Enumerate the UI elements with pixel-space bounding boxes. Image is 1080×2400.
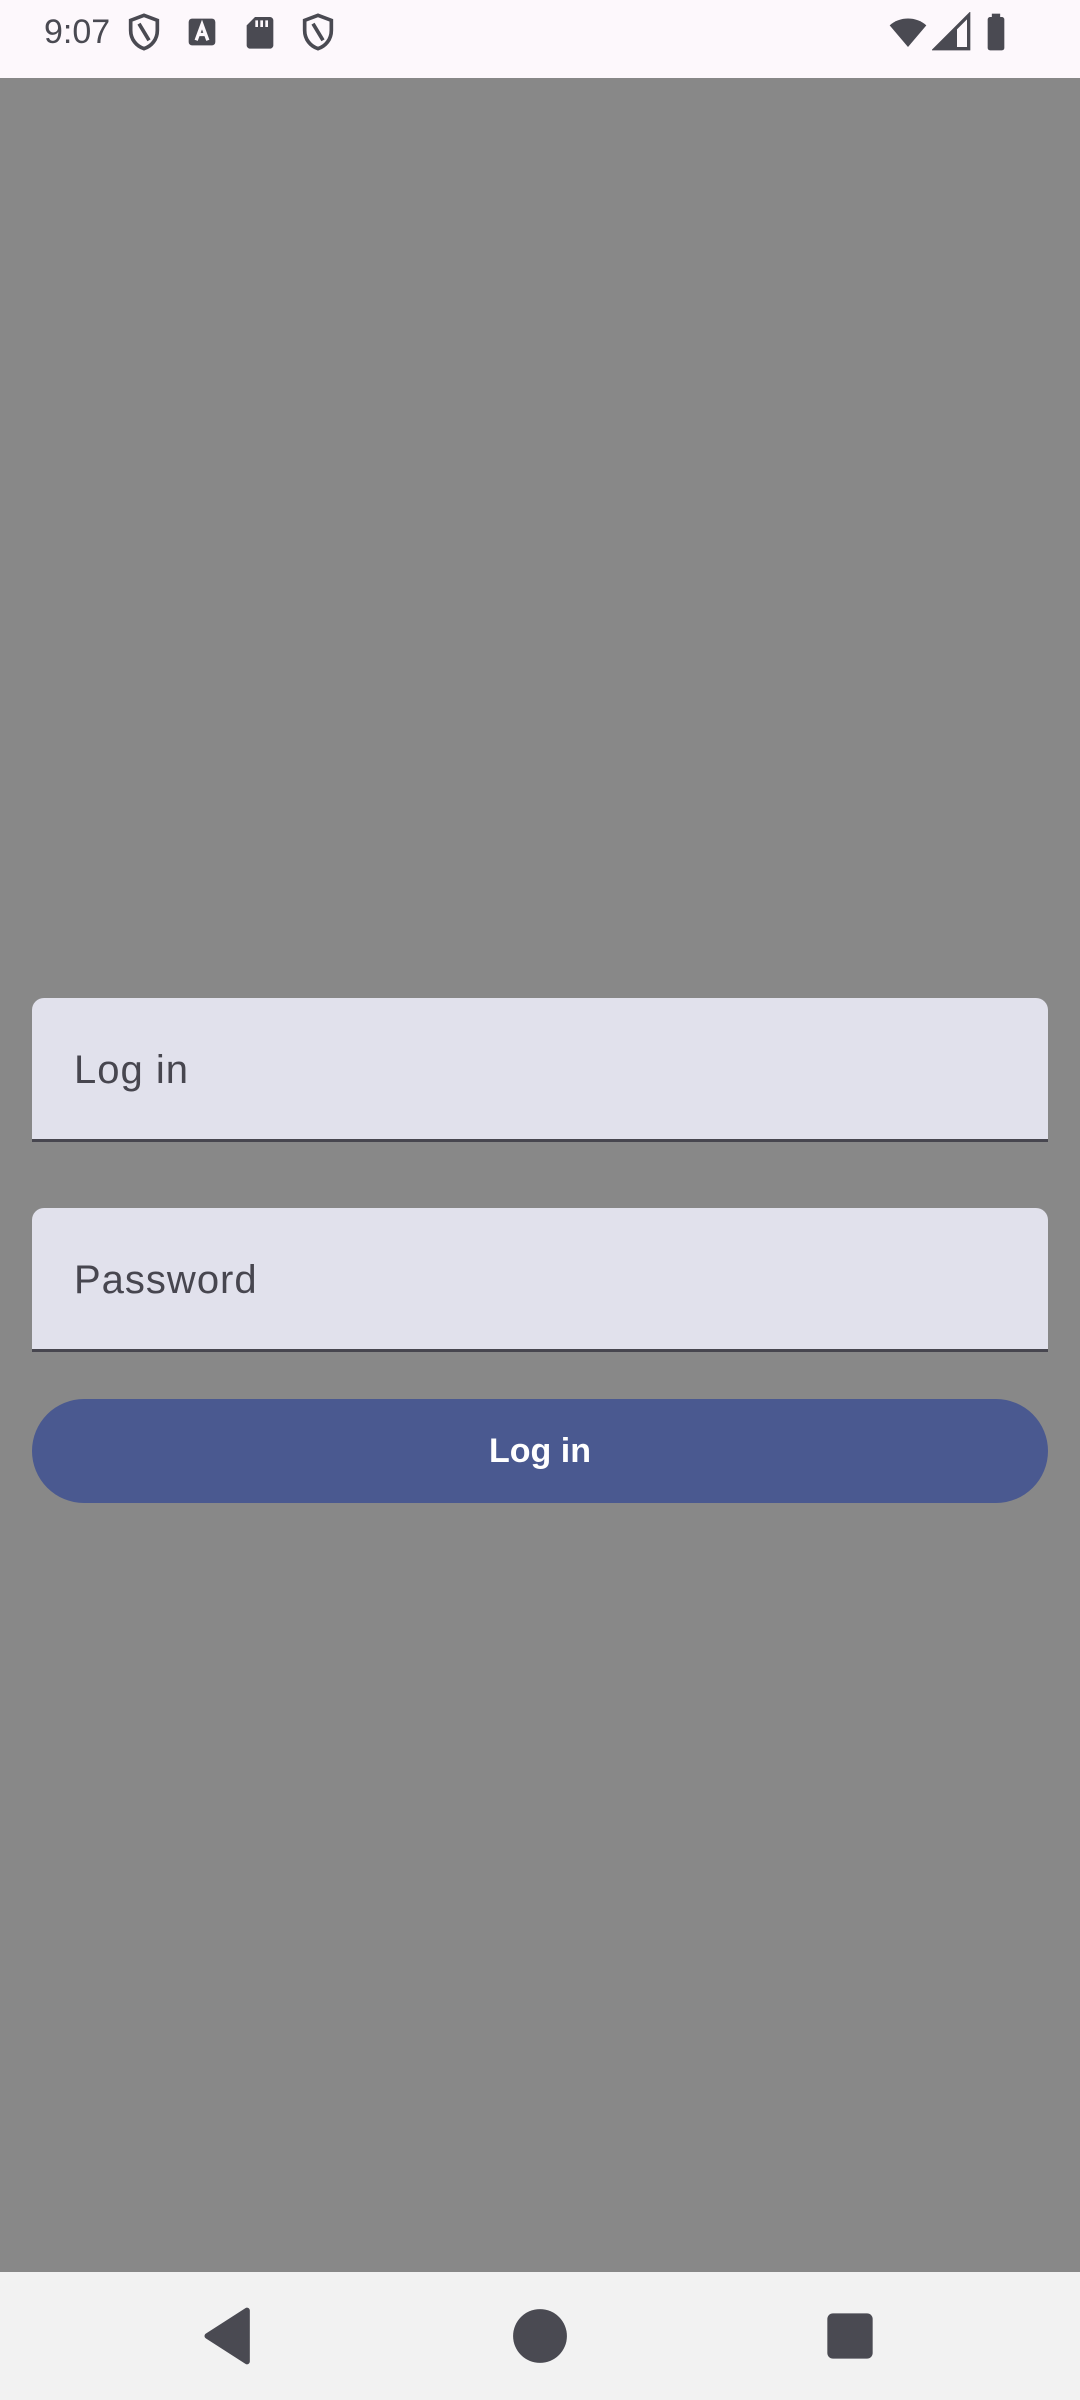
shield-icon [124, 12, 164, 52]
navigation-bar [0, 2272, 1080, 2400]
login-button-label: Log in [489, 1431, 591, 1470]
status-time: 9:07 [44, 13, 111, 51]
cellular-signal-icon [932, 12, 972, 52]
recents-icon[interactable] [816, 2302, 884, 2370]
password-field-label: Password [74, 1258, 258, 1302]
font-a-icon [182, 12, 222, 52]
login-field-label: Log in [74, 1048, 189, 1092]
wifi-icon [888, 12, 928, 52]
shield-icon [298, 12, 338, 52]
home-icon[interactable] [506, 2302, 574, 2370]
battery-icon [976, 12, 1016, 52]
login-screen: Log in Password Log in [0, 78, 1080, 2272]
status-bar: 9:07 [0, 0, 1080, 78]
login-button[interactable]: Log in [32, 1399, 1048, 1503]
login-field[interactable]: Log in [32, 998, 1048, 1142]
password-field[interactable]: Password [32, 1208, 1048, 1352]
sd-card-icon [240, 12, 280, 52]
back-icon[interactable] [196, 2302, 264, 2370]
